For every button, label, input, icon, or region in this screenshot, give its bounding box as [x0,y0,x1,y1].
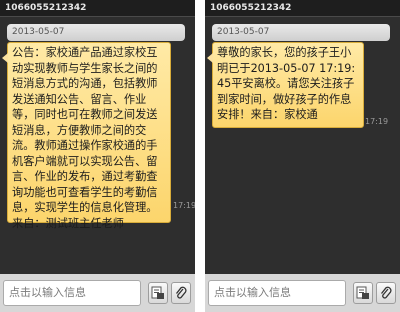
message-bubble[interactable]: 尊敬的家长，您的孩子王小明已于2013-05-07 17:19:45平安离校。请… [207,42,364,128]
attach-button[interactable] [376,282,396,304]
phone-screen-left: 1066055212342 2013-05-07 公告：家校通产品通过家校互动实… [0,0,195,312]
message-time: 17:19 [365,117,389,126]
phone-screen-right: 1066055212342 2013-05-07 尊敬的家长，您的孩子王小明已于… [205,0,400,312]
sender-title: 1066055212342 [0,0,195,17]
sender-title: 1066055212342 [205,0,400,17]
sms-attach-button[interactable] [148,282,168,304]
sms-attach-button[interactable] [353,282,373,304]
date-separator: 2013-05-07 [212,24,390,41]
message-input[interactable]: 点击以输入信息 [3,280,141,306]
attach-button[interactable] [171,282,191,304]
date-separator: 2013-05-07 [7,24,185,41]
input-bar: 点击以输入信息 [0,274,195,312]
message-input[interactable]: 点击以输入信息 [208,280,346,306]
message-bubble[interactable]: 公告：家校通产品通过家校互动实现教师与学生家长之间的短消息方式的沟通，包括教师发… [2,42,171,230]
message-time: 17:19 [173,201,195,210]
input-bar: 点击以输入信息 [205,274,400,312]
